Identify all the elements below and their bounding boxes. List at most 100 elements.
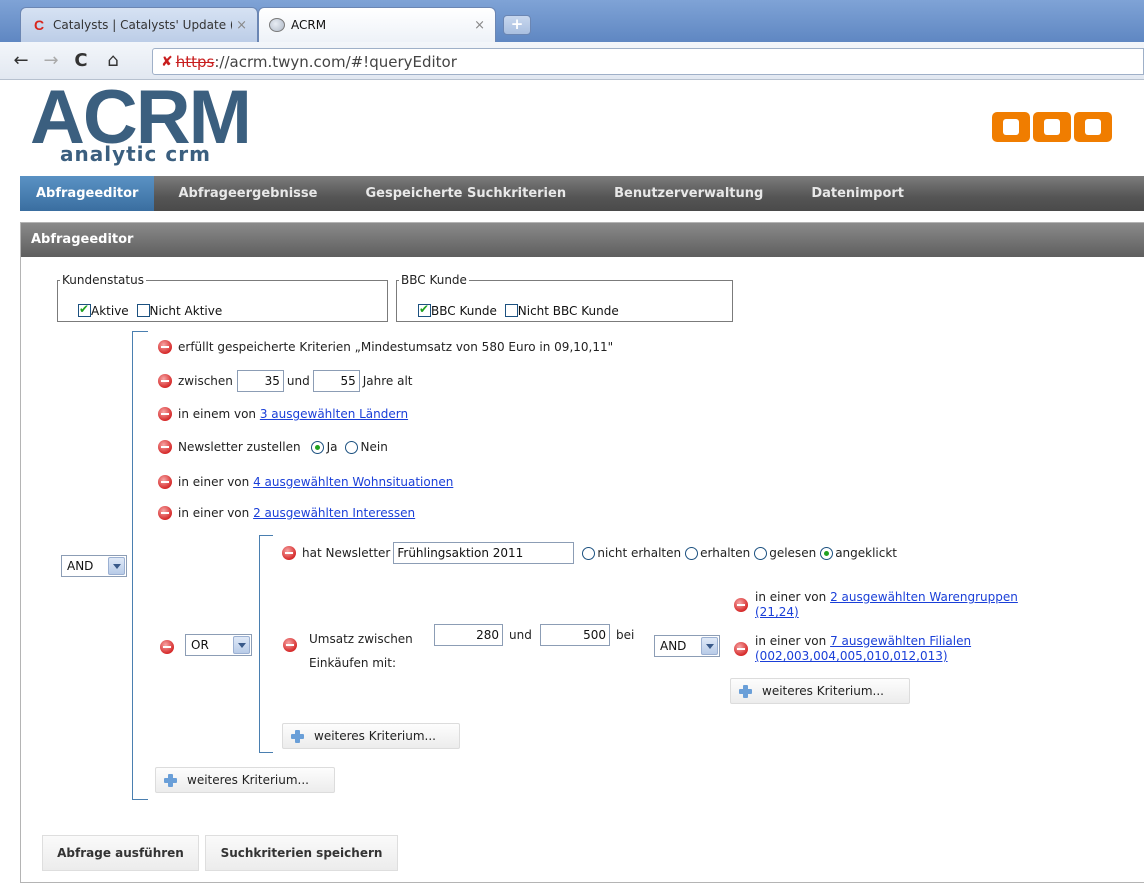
remove-criterion-icon[interactable] [282,546,296,560]
remove-criterion-icon[interactable] [158,374,172,388]
add-criterion-button[interactable]: weiteres Kriterium... [730,678,910,704]
tab-title: Catalysts | Catalysts' Update ( [53,18,233,32]
age-suffix: Jahre alt [362,374,413,388]
nicht-aktive-label: Nicht Aktive [149,304,223,318]
filialen-link-values[interactable]: (002,003,004,005,010,012,013) [755,649,948,663]
newsletter-nein-radio[interactable] [344,440,358,454]
newsletter-label: Newsletter zustellen [178,440,301,454]
revenue-label-line1: Umsatz zwischen [309,632,413,646]
revenue-from-input[interactable]: 280 [434,624,503,646]
or-group-bracket [259,535,273,753]
root-operator-value: AND [67,559,94,573]
revenue-label-line2: Einkäufen mit: [309,656,397,670]
countries-link[interactable]: 3 ausgewählten Ländern [260,407,408,421]
warengruppen-prefix: in einer von [755,590,827,604]
kundenstatus-group: Kundenstatus Aktive Nicht Aktive [57,273,388,322]
bbc-kunde-group: BBC Kunde BBC Kunde Nicht BBC Kunde [396,273,733,322]
add-criterion-button[interactable]: weiteres Kriterium... [155,767,335,793]
globe-icon [269,18,285,32]
nav-item-abfrageeditor[interactable]: Abfrageeditor [20,176,155,211]
browser-tab-acrm[interactable]: ACRM × [258,7,496,42]
add-criterion-label: weiteres Kriterium... [314,729,436,743]
run-query-button[interactable]: Abfrage ausführen [42,835,199,871]
erhalten-radio[interactable] [685,546,699,560]
filialen-link[interactable]: 7 ausgewählten Filialen [830,634,971,648]
or-operator-value: OR [191,638,209,652]
remove-criterion-icon[interactable] [734,642,748,656]
url-path: ://acrm.twyn.com/#!queryEditor [214,52,457,71]
revenue-operator-value: AND [660,639,687,653]
remove-criterion-icon[interactable] [283,638,297,652]
filialen-prefix: in einer von [755,634,827,648]
gelesen-radio[interactable] [754,546,768,560]
add-criterion-button[interactable]: weiteres Kriterium... [282,723,460,749]
nicht-aktive-checkbox[interactable] [136,304,150,317]
chevron-down-icon [701,637,718,655]
remove-criterion-icon[interactable] [158,407,172,421]
url-scheme: https [175,52,215,71]
save-criteria-button[interactable]: Suchkriterien speichern [205,835,398,871]
warengruppen-link-values[interactable]: (21,24) [755,605,799,619]
new-tab-button[interactable]: + [503,15,531,35]
interests-prefix: in einer von [178,506,250,520]
nav-item-benutzerverwaltung[interactable]: Benutzerverwaltung [590,176,787,211]
remove-criterion-icon[interactable] [158,475,172,489]
newsletter-nein-label: Nein [360,440,388,454]
criterion-housing: in einer von 4 ausgewählten Wohnsituatio… [158,475,453,489]
revenue-to-input[interactable]: 500 [540,624,610,646]
age-to-input[interactable]: 55 [312,370,360,392]
age-prefix: zwischen [178,374,233,388]
revenue-middle: und [509,628,532,642]
nicht-bbc-kunde-label: Nicht BBC Kunde [517,304,619,318]
housing-prefix: in einer von [178,475,250,489]
remove-criterion-icon[interactable] [158,440,172,454]
catalysts-favicon-icon: C [33,17,45,33]
reload-icon[interactable]: C [70,50,92,72]
kundenstatus-legend: Kundenstatus [62,273,144,287]
aktive-checkbox[interactable] [78,302,91,317]
criterion-age: zwischen 35 und 55 Jahre alt [158,370,412,392]
angeklickt-radio[interactable] [820,546,834,560]
nav-item-abfrageergebnisse[interactable]: Abfrageergebnisse [154,176,341,211]
root-operator-select[interactable]: AND [61,555,127,577]
obi-brand-logo [992,112,1112,142]
nav-item-gespeicherte-suchkriterien[interactable]: Gespeicherte Suchkriterien [341,176,590,211]
back-arrow-icon[interactable]: ← [10,50,32,72]
newsletter-ja-radio[interactable] [310,440,324,454]
close-icon[interactable]: × [474,18,485,33]
criterion-saved-text: erfüllt gespeicherte Kriterien „Mindestu… [178,340,614,354]
browser-tabstrip: C Catalysts | Catalysts' Update ( × ACRM… [0,0,1144,42]
nicht-bbc-kunde-checkbox[interactable] [504,304,518,317]
revenue-suffix: bei [616,628,635,642]
criterion-newsletter: Newsletter zustellen Ja Nein [158,440,388,454]
remove-criterion-icon[interactable] [734,598,748,612]
close-icon[interactable]: × [236,18,247,33]
add-criterion-label: weiteres Kriterium... [187,773,309,787]
nicht-erhalten-radio[interactable] [582,546,596,560]
age-from-input[interactable]: 35 [236,370,284,392]
interests-link[interactable]: 2 ausgewählten Interessen [253,506,415,520]
criterion-saved: erfüllt gespeicherte Kriterien „Mindestu… [158,340,613,354]
remove-criterion-icon[interactable] [158,506,172,520]
revenue-label: Umsatz zwischen Einkäufen mit: [309,627,413,675]
home-icon[interactable]: ⌂ [102,50,124,72]
plus-icon [291,729,304,743]
angeklickt-label: angeklickt [835,546,898,560]
remove-or-group-icon[interactable] [160,640,174,654]
housing-link[interactable]: 4 ausgewählten Wohnsituationen [253,475,453,489]
age-middle: und [286,374,310,388]
nav-item-datenimport[interactable]: Datenimport [787,176,928,211]
revenue-operator-select[interactable]: AND [654,635,720,657]
or-operator-select[interactable]: OR [185,634,252,656]
remove-criterion-icon[interactable] [158,340,172,354]
bbc-kunde-label: BBC Kunde [431,304,497,318]
and-group-bracket [132,331,148,800]
browser-tab-catalysts[interactable]: C Catalysts | Catalysts' Update ( × [20,7,258,42]
warengruppen-link[interactable]: 2 ausgewählten Warengruppen [830,590,1018,604]
forward-arrow-icon[interactable]: → [40,50,62,72]
newsletter-name-input[interactable]: Frühlingsaktion 2011 [393,542,575,564]
acrm-logo-subtitle: analytic crm [60,142,211,166]
address-bar[interactable]: ✘ https ://acrm.twyn.com/#!queryEditor [152,48,1144,75]
broken-lock-icon: ✘ [161,53,173,70]
bbc-kunde-checkbox[interactable] [418,302,431,317]
